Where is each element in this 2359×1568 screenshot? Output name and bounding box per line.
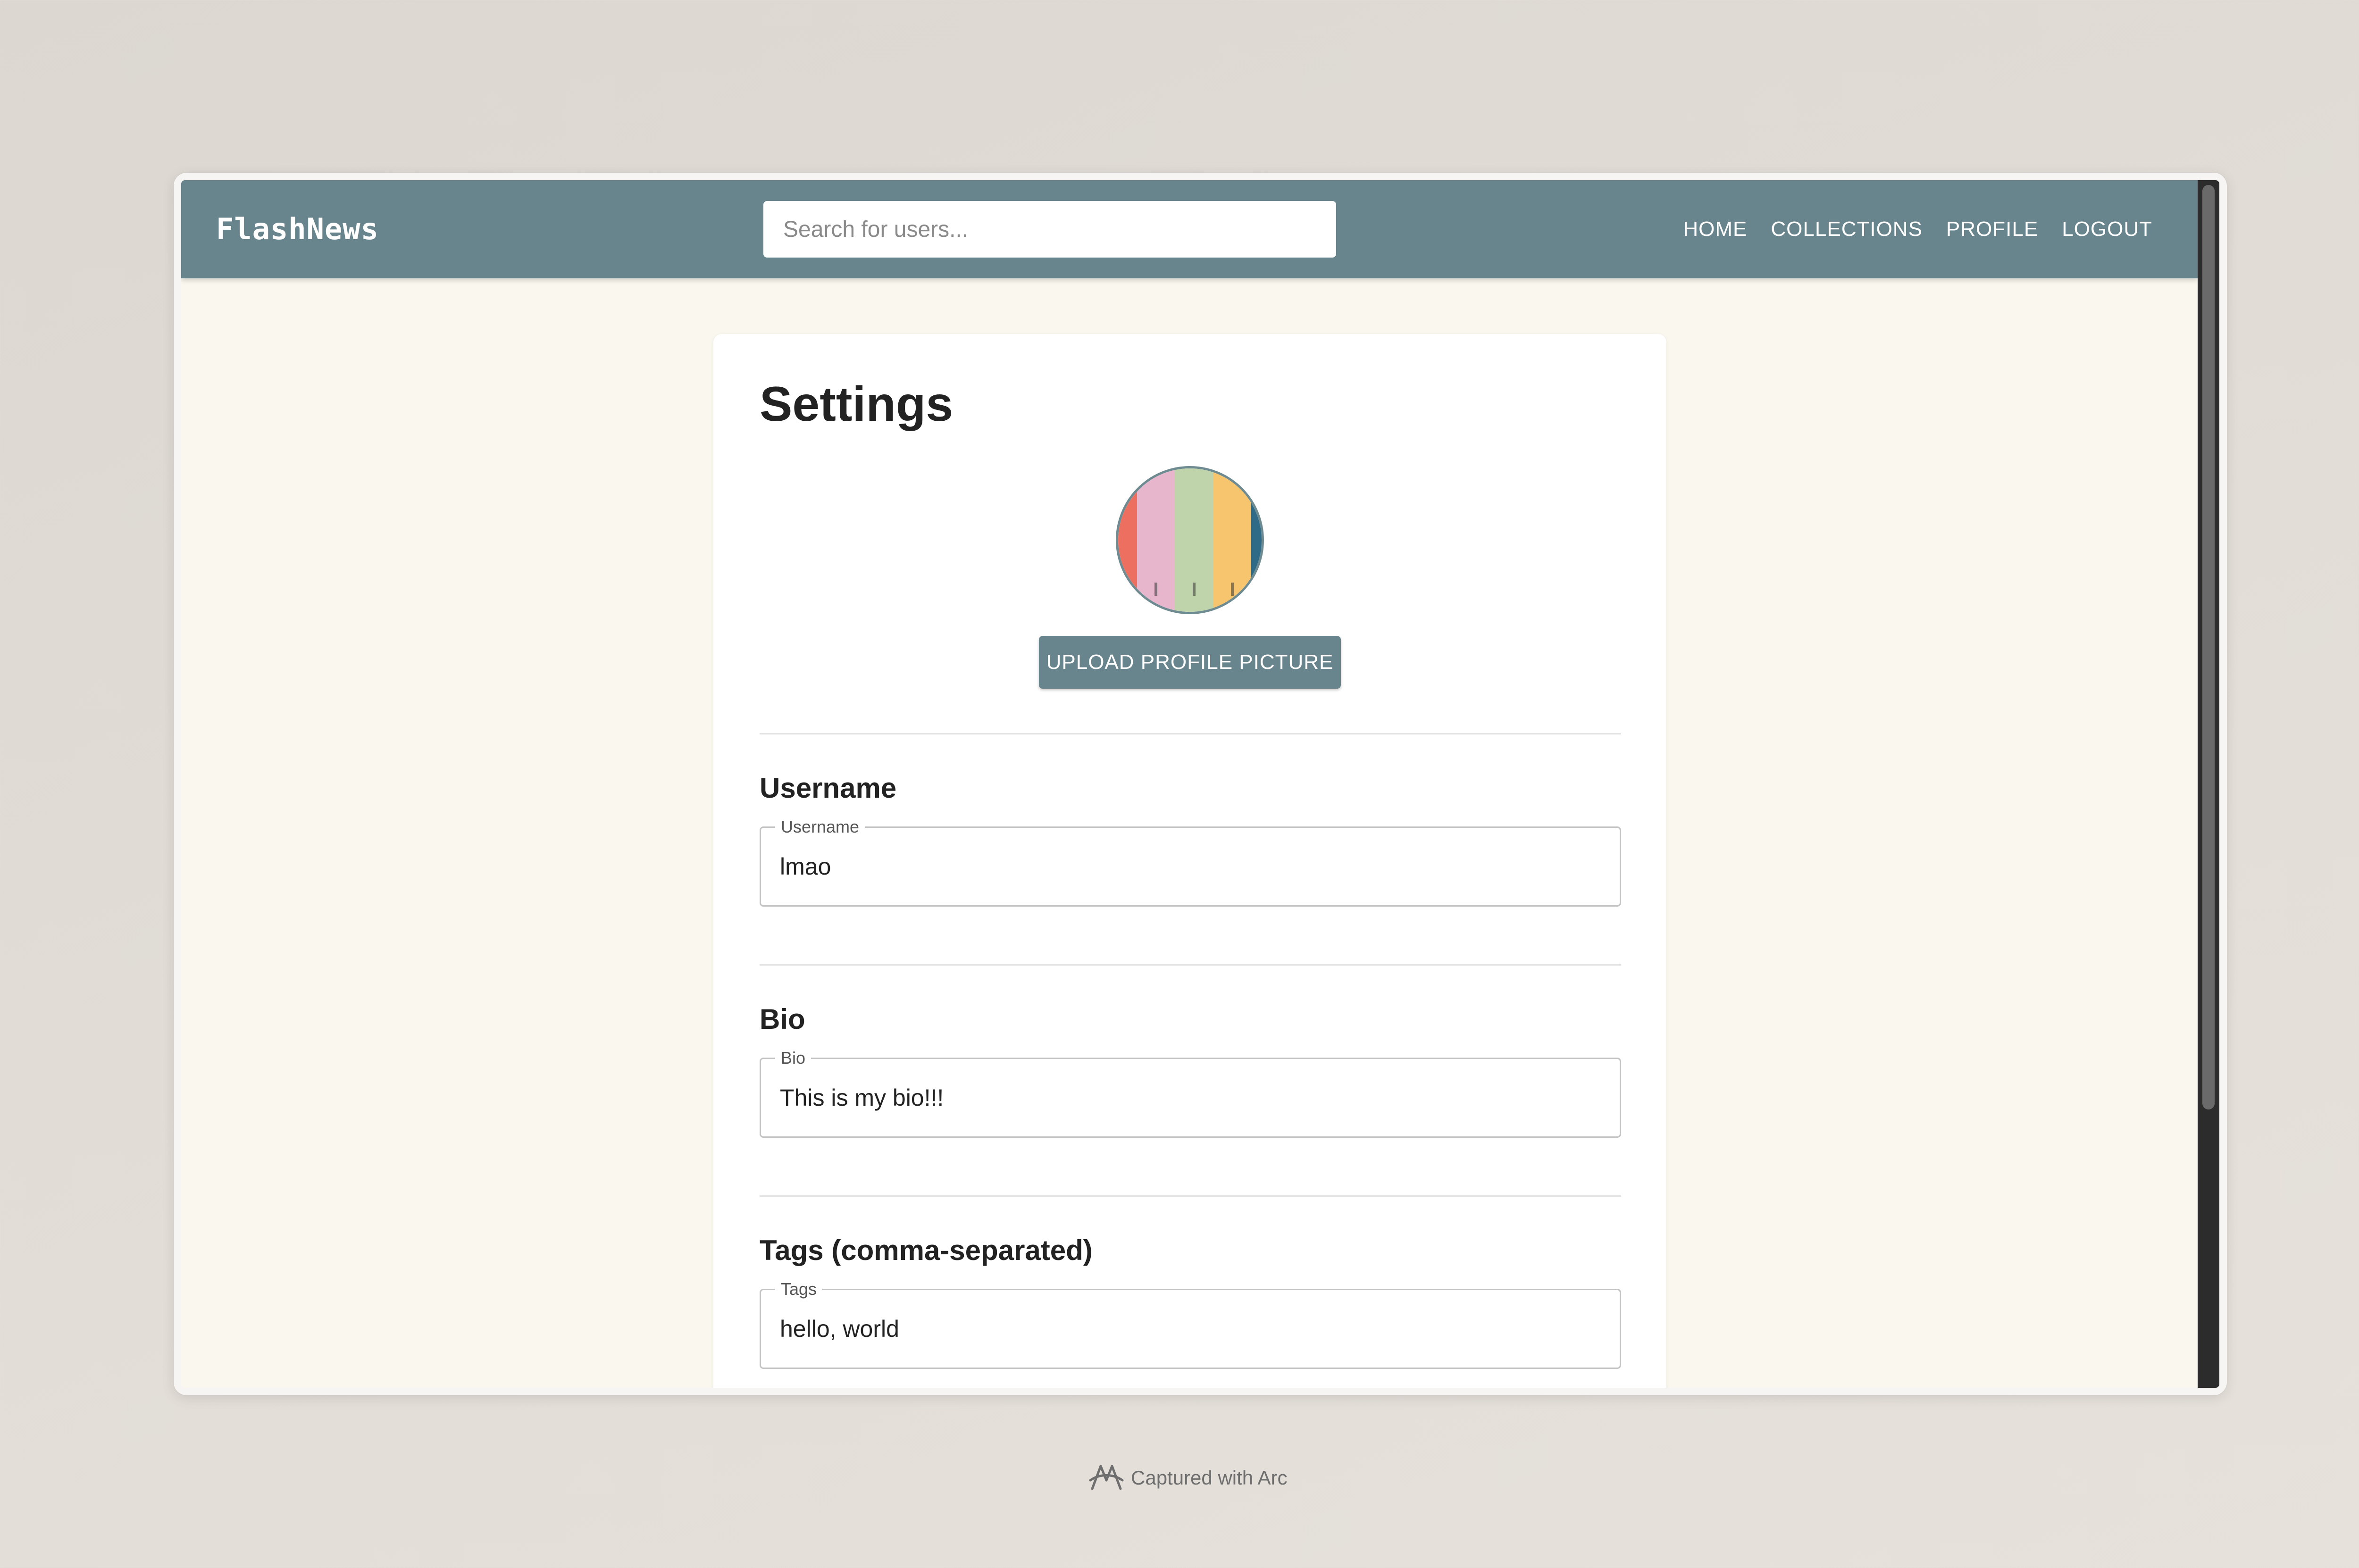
page-title: Settings <box>760 377 954 432</box>
navbar: FlashNews HOME COLLECTIONS PROFILE LOGOU… <box>181 180 2198 278</box>
scrollbar-thumb[interactable] <box>2202 185 2215 1109</box>
browser-window: FlashNews HOME COLLECTIONS PROFILE LOGOU… <box>174 173 2227 1395</box>
tags-field[interactable]: Tags <box>760 1280 1621 1369</box>
avatar-stripe-mark <box>1193 583 1196 596</box>
avatar-stripe-mark <box>1231 583 1234 596</box>
username-input[interactable] <box>780 828 1591 905</box>
avatar-stripe <box>1251 468 1262 612</box>
section-divider <box>760 1195 1621 1197</box>
section-divider <box>760 964 1621 966</box>
username-section-label: Username <box>760 772 897 804</box>
section-divider <box>760 733 1621 734</box>
settings-card: Settings UPLOAD PROFILE PICTURE Username… <box>713 334 1666 1388</box>
page-viewport: FlashNews HOME COLLECTIONS PROFILE LOGOU… <box>181 180 2219 1388</box>
user-search-input[interactable] <box>763 201 1336 258</box>
tags-section-label: Tags (comma-separated) <box>760 1234 1093 1266</box>
tags-input[interactable] <box>780 1290 1591 1368</box>
avatar-stripe <box>1213 468 1251 612</box>
nav-home-link[interactable]: HOME <box>1683 217 1747 241</box>
capture-caption: Captured with Arc <box>1087 1461 1288 1494</box>
avatar-stripe <box>1118 468 1137 612</box>
nav-logout-link[interactable]: LOGOUT <box>2062 217 2152 241</box>
bio-section-label: Bio <box>760 1003 805 1035</box>
bio-input[interactable] <box>780 1059 1591 1136</box>
username-field[interactable]: Username <box>760 817 1621 907</box>
arc-logo-icon <box>1089 1465 1124 1490</box>
capture-caption-text: Captured with Arc <box>1131 1467 1288 1489</box>
page-scrollbar[interactable] <box>2198 180 2219 1388</box>
nav-collections-link[interactable]: COLLECTIONS <box>1771 217 1923 241</box>
brand-logo[interactable]: FlashNews <box>216 180 379 278</box>
avatar-stripe <box>1175 468 1213 612</box>
avatar-stripe-mark <box>1154 583 1157 596</box>
nav-links: HOME COLLECTIONS PROFILE LOGOUT <box>1659 180 2152 278</box>
nav-profile-link[interactable]: PROFILE <box>1946 217 2038 241</box>
bio-field[interactable]: Bio <box>760 1049 1621 1138</box>
profile-avatar <box>1116 466 1264 614</box>
upload-profile-picture-button[interactable]: UPLOAD PROFILE PICTURE <box>1039 636 1341 689</box>
avatar-stripe <box>1137 468 1175 612</box>
